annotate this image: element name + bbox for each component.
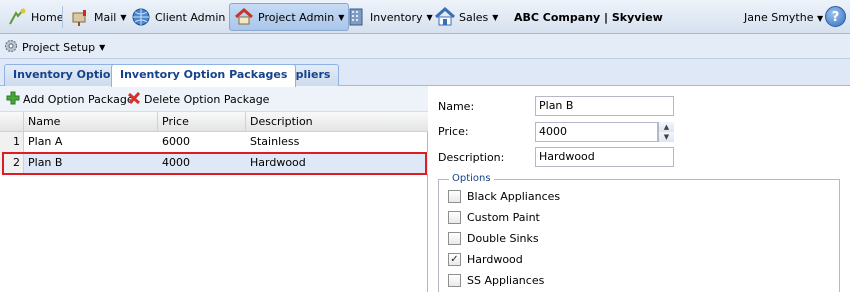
project-admin-menu[interactable]: Project Admin ▼: [229, 3, 350, 31]
sub-navigation-bar: Project Setup ▼: [0, 34, 850, 59]
spin-up-icon[interactable]: ▲: [659, 122, 674, 132]
tab-inventory-option-packages[interactable]: Inventory Option Packages: [111, 64, 297, 87]
option-label: Black Appliances: [467, 190, 561, 203]
inventory-label: Inventory: [370, 10, 423, 24]
add-option-package-button[interactable]: Add Option Package: [6, 91, 134, 108]
description-label: Description:: [438, 151, 505, 164]
option-label: Custom Paint: [467, 211, 540, 224]
cell-description: Stainless: [250, 135, 300, 148]
sales-menu[interactable]: Sales ▼: [430, 3, 503, 31]
name-field[interactable]: Plan B: [535, 96, 674, 116]
house-icon: [234, 7, 254, 27]
option-ss-appliances[interactable]: SS Appliances: [448, 274, 544, 287]
options-legend: Options: [449, 173, 494, 184]
client-admin-menu[interactable]: Client Admin ▼: [126, 3, 241, 31]
option-black-appliances[interactable]: Black Appliances: [448, 190, 560, 203]
cell-price: 6000: [162, 135, 190, 148]
house-icon: [435, 7, 455, 27]
option-custom-paint[interactable]: Custom Paint: [448, 211, 540, 224]
checkbox[interactable]: [448, 211, 461, 224]
row-number-header: [0, 112, 24, 132]
app-window: { "topnav": { "home": "Home", "mail": "M…: [0, 0, 850, 292]
price-field[interactable]: 4000: [535, 122, 658, 142]
grid-header: Name Price Description: [0, 112, 428, 132]
name-label: Name:: [438, 100, 475, 113]
grid-toolbar: Add Option Package Delete Option Package: [0, 86, 428, 112]
inventory-menu[interactable]: Inventory ▼: [341, 3, 438, 31]
column-header-description[interactable]: Description: [246, 112, 428, 132]
nav-separator: [62, 6, 63, 28]
checkbox[interactable]: [448, 274, 461, 287]
user-menu[interactable]: Jane Smythe ▼: [744, 11, 823, 24]
home-button[interactable]: Home: [2, 3, 68, 31]
option-hardwood[interactable]: ✓ Hardwood: [448, 253, 523, 266]
sales-label: Sales: [459, 10, 489, 24]
chevron-down-icon: ▼: [99, 43, 106, 52]
globe-icon: [131, 7, 151, 27]
option-label: Hardwood: [467, 253, 523, 266]
project-setup-label: Project Setup: [22, 41, 96, 54]
user-name: Jane Smythe: [744, 11, 814, 24]
client-admin-label: Client Admin: [155, 10, 226, 24]
mailbox-icon: [70, 7, 90, 27]
tab-strip: Inventory Options Inventory Option Packa…: [0, 59, 850, 87]
checkmark-icon: ✓: [450, 253, 459, 265]
column-header-price[interactable]: Price: [158, 112, 246, 132]
option-label: SS Appliances: [467, 274, 545, 287]
cell-name: Plan A: [28, 135, 63, 148]
spin-down-icon[interactable]: ▼: [659, 132, 674, 142]
column-header-name[interactable]: Name: [24, 112, 158, 132]
option-packages-panel: Add Option Package Delete Option Package…: [0, 86, 428, 292]
add-label: Add Option Package: [23, 93, 134, 106]
home-icon: [7, 7, 27, 27]
price-label: Price:: [438, 125, 469, 138]
building-icon: [346, 7, 366, 27]
company-name: ABC Company | Skyview: [514, 11, 663, 24]
checkbox[interactable]: [448, 232, 461, 245]
chevron-down-icon: ▼: [492, 12, 499, 22]
checkbox-checked[interactable]: ✓: [448, 253, 461, 266]
project-setup-menu[interactable]: Project Setup ▼: [4, 39, 105, 56]
delete-option-package-button[interactable]: Delete Option Package: [127, 91, 269, 108]
plus-icon: [6, 91, 20, 108]
table-row[interactable]: 1 Plan A 6000 Stainless: [0, 132, 428, 153]
help-button[interactable]: ?: [825, 6, 846, 27]
checkbox[interactable]: [448, 190, 461, 203]
option-label: Double Sinks: [467, 232, 539, 245]
description-field[interactable]: Hardwood: [535, 147, 674, 167]
row-number: 1: [0, 132, 24, 152]
price-spinner[interactable]: ▲ ▼: [658, 122, 674, 142]
selection-highlight-box: [2, 152, 427, 175]
mail-label: Mail: [94, 10, 117, 24]
gear-icon: [4, 39, 18, 56]
delete-x-icon: [127, 91, 141, 108]
home-label: Home: [31, 10, 64, 24]
package-details-form: Name: Plan B Price: 4000 ▲ ▼ Description…: [429, 86, 850, 292]
chevron-down-icon: ▼: [816, 14, 824, 23]
option-double-sinks[interactable]: Double Sinks: [448, 232, 539, 245]
options-fieldset: Options Black Appliances Custom Paint Do…: [438, 173, 840, 292]
project-admin-label: Project Admin: [258, 10, 335, 24]
mail-menu[interactable]: Mail ▼: [65, 3, 132, 31]
delete-label: Delete Option Package: [144, 93, 270, 106]
top-navigation-bar: Home Mail ▼ Client Admin ▼ Project Admin…: [0, 0, 850, 34]
